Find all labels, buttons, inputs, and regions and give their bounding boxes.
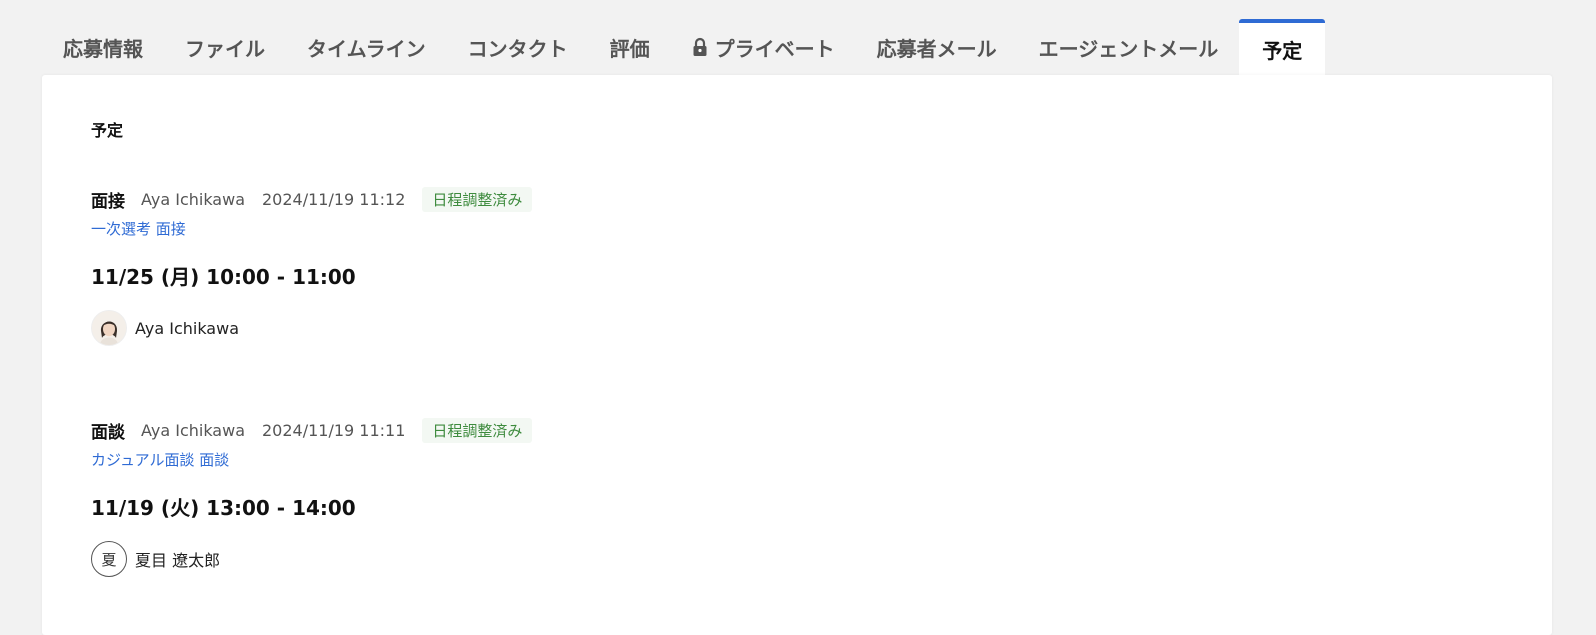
tab-contact[interactable]: コンタクト: [447, 19, 589, 75]
event-attendee: Aya Ichikawa: [91, 310, 532, 346]
schedule-event: 面談 Aya Ichikawa 2024/11/19 11:11 日程調整済み …: [91, 417, 533, 577]
tab-label: コンタクト: [467, 36, 568, 61]
attendee-name: 夏目 遼太郎: [135, 551, 221, 570]
event-attendee: 夏 夏目 遼太郎: [91, 541, 532, 577]
event-type: 面接: [91, 191, 125, 212]
event-created-date: 2024/11/19 11:12: [262, 189, 406, 209]
tab-label: 応募情報: [63, 36, 143, 61]
event-author: Aya Ichikawa: [141, 189, 245, 209]
event-created-date: 2024/11/19 11:11: [262, 420, 406, 440]
tab-applicant-mail[interactable]: 応募者メール: [856, 19, 1018, 75]
event-link[interactable]: カジュアル面談 面談: [91, 449, 229, 470]
status-badge: 日程調整済み: [422, 417, 533, 443]
event-header: 面談 Aya Ichikawa 2024/11/19 11:11 日程調整済み: [91, 417, 533, 443]
event-time: 11/25 (月) 10:00 - 11:00: [91, 265, 356, 289]
tab-timeline[interactable]: タイムライン: [286, 19, 447, 75]
tab-label: タイムライン: [307, 36, 426, 61]
tab-label: 予定: [1262, 38, 1303, 63]
section-title: 予定: [91, 121, 124, 140]
attendee-name: Aya Ichikawa: [135, 318, 239, 338]
tab-files[interactable]: ファイル: [164, 19, 286, 75]
event-type: 面談: [91, 422, 125, 443]
tab-label: ファイル: [185, 36, 265, 61]
status-badge: 日程調整済み: [422, 186, 533, 212]
tab-label: エージェントメール: [1038, 36, 1219, 61]
event-time: 11/19 (火) 13:00 - 14:00: [91, 496, 356, 520]
event-header: 面接 Aya Ichikawa 2024/11/19 11:12 日程調整済み: [91, 186, 533, 212]
person-photo-icon: [92, 311, 126, 345]
tab-evaluation[interactable]: 評価: [589, 19, 671, 75]
event-author: Aya Ichikawa: [141, 420, 245, 440]
tab-private[interactable]: プライベート: [671, 19, 856, 75]
schedule-event: 面接 Aya Ichikawa 2024/11/19 11:12 日程調整済み …: [91, 186, 533, 346]
event-link[interactable]: 一次選考 面接: [91, 218, 186, 239]
tab-schedule[interactable]: 予定: [1239, 19, 1326, 75]
tab-label: 評価: [609, 36, 650, 61]
lock-icon: [693, 37, 707, 56]
tab-label: プライベート: [714, 36, 835, 61]
tab-application-info[interactable]: 応募情報: [42, 19, 164, 75]
avatar: [91, 310, 127, 346]
avatar: 夏: [91, 541, 127, 577]
tab-bar: 応募情報 ファイル タイムライン コンタクト 評価 プライベート 応募者メール …: [42, 19, 1326, 75]
schedule-panel: 予定 面接 Aya Ichikawa 2024/11/19 11:12 日程調整…: [42, 75, 1552, 635]
tab-agent-mail[interactable]: エージェントメール: [1018, 19, 1240, 75]
tab-label: 応募者メール: [876, 36, 997, 61]
